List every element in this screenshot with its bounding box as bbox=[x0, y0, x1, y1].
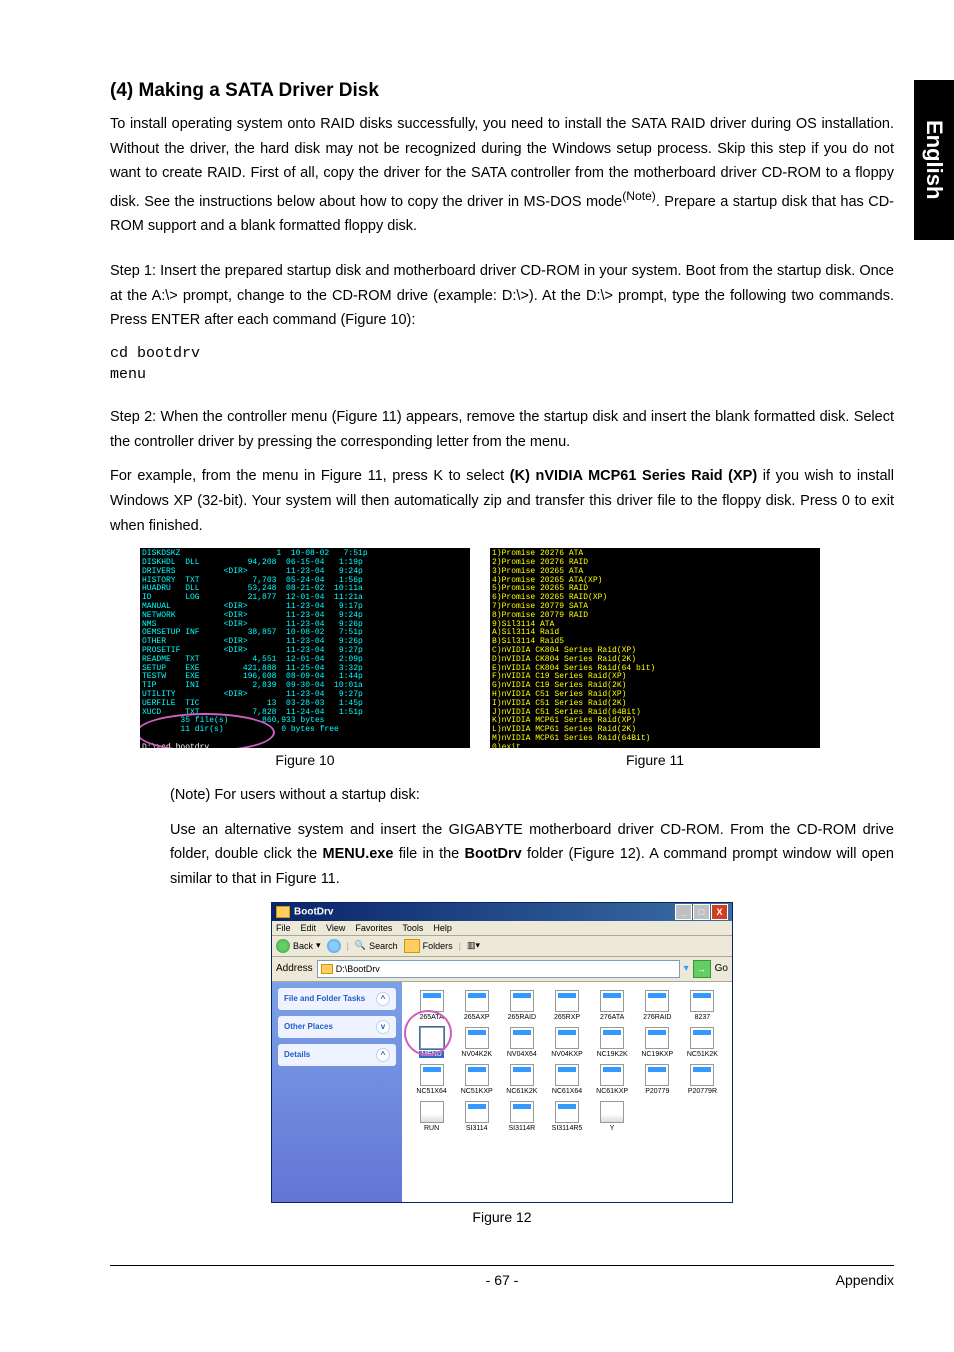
figure-12-label: Figure 12 bbox=[472, 1209, 531, 1225]
file-item[interactable]: NC51X64 bbox=[410, 1064, 453, 1095]
back-button[interactable]: Back ▾ bbox=[276, 939, 321, 953]
language-tab: English bbox=[914, 80, 954, 240]
file-item[interactable]: 265AXP bbox=[455, 990, 498, 1021]
file-item[interactable]: MENU bbox=[410, 1027, 453, 1058]
address-input[interactable]: D:\BootDrv bbox=[317, 960, 680, 978]
file-item[interactable]: RUN bbox=[410, 1101, 453, 1132]
note-body: Use an alternative system and insert the… bbox=[170, 818, 894, 892]
close-button[interactable]: X bbox=[711, 904, 728, 920]
menu-item[interactable]: View bbox=[326, 923, 345, 933]
page-number: - 67 - bbox=[486, 1272, 519, 1288]
file-item[interactable]: 265ATA bbox=[410, 990, 453, 1021]
note-heading: (Note) For users without a startup disk: bbox=[170, 783, 894, 808]
file-folder-tasks[interactable]: File and Folder Tasks^ bbox=[278, 988, 396, 1010]
figure-11-dos-window: 1)Promise 20276 ATA2)Promise 20276 RAID3… bbox=[490, 548, 820, 748]
file-item[interactable]: 276ATA bbox=[591, 990, 634, 1021]
details[interactable]: Details^ bbox=[278, 1044, 396, 1066]
forward-icon bbox=[327, 939, 341, 953]
window-titlebar[interactable]: BootDrv _ □ X bbox=[272, 903, 732, 921]
file-item[interactable]: 276RAID bbox=[636, 990, 679, 1021]
paragraph-step2a: Step 2: When the controller menu (Figure… bbox=[110, 405, 894, 454]
file-item[interactable]: NV04KXP bbox=[545, 1027, 588, 1058]
side-panel: File and Folder Tasks^ Other Placesv Det… bbox=[272, 982, 402, 1202]
file-item[interactable]: 265RXP bbox=[545, 990, 588, 1021]
chevron-icon: ^ bbox=[376, 992, 390, 1006]
folder-icon bbox=[321, 964, 333, 974]
chevron-icon: v bbox=[376, 1020, 390, 1034]
chevron-icon: ^ bbox=[376, 1048, 390, 1062]
back-icon bbox=[276, 939, 290, 953]
other-places[interactable]: Other Placesv bbox=[278, 1016, 396, 1038]
toolbar[interactable]: Back ▾ | 🔍 Search Folders | ▥▾ bbox=[272, 936, 732, 957]
figure-12-explorer-window: BootDrv _ □ X File Edit View Favorites Tools… bbox=[271, 902, 733, 1203]
file-item[interactable]: SI3114R bbox=[500, 1101, 543, 1132]
section-heading: (4) Making a SATA Driver Disk bbox=[110, 80, 894, 102]
file-item[interactable]: 265RAID bbox=[500, 990, 543, 1021]
file-item[interactable]: P20779 bbox=[636, 1064, 679, 1095]
menu-item[interactable]: Favorites bbox=[355, 923, 392, 933]
forward-button[interactable] bbox=[327, 939, 341, 953]
file-item[interactable]: NC19KXP bbox=[636, 1027, 679, 1058]
file-item[interactable]: NV04X64 bbox=[500, 1027, 543, 1058]
note-superscript: (Note) bbox=[622, 189, 656, 203]
file-item[interactable]: SI3114 bbox=[455, 1101, 498, 1132]
menu-item[interactable]: Help bbox=[433, 923, 452, 933]
paragraph-step2b: For example, from the menu in Figure 11,… bbox=[110, 464, 894, 538]
minimize-button[interactable]: _ bbox=[675, 904, 692, 920]
file-list[interactable]: 265ATA265AXP265RAID265RXP276ATA276RAID82… bbox=[402, 982, 732, 1202]
file-item[interactable]: NC61K2K bbox=[500, 1064, 543, 1095]
figure-10-dos-window: DISKDSKZ 1 10-08-02 7:51pDISKHDL DLL 94,… bbox=[140, 548, 470, 748]
views-button[interactable]: ▥▾ bbox=[467, 940, 480, 951]
file-item[interactable]: NV04K2K bbox=[455, 1027, 498, 1058]
page-footer: - 67 - Appendix bbox=[110, 1265, 894, 1288]
folders-button[interactable]: Folders bbox=[404, 939, 453, 953]
menu-item[interactable]: File bbox=[276, 923, 291, 933]
file-item[interactable]: 8237 bbox=[681, 990, 724, 1021]
figure-10-label: Figure 10 bbox=[275, 752, 334, 768]
file-item[interactable]: NC51K2K bbox=[681, 1027, 724, 1058]
maximize-button[interactable]: □ bbox=[693, 904, 710, 920]
file-item[interactable]: Y bbox=[591, 1101, 634, 1132]
folder-icon bbox=[404, 939, 420, 953]
address-label: Address bbox=[276, 963, 313, 974]
folder-icon bbox=[276, 906, 290, 918]
figure-11-label: Figure 11 bbox=[626, 752, 684, 768]
menu-item[interactable]: Tools bbox=[402, 923, 423, 933]
menu-item[interactable]: Edit bbox=[301, 923, 317, 933]
go-label: Go bbox=[715, 963, 728, 974]
file-item[interactable]: NC61X64 bbox=[545, 1064, 588, 1095]
file-item[interactable]: NC51KXP bbox=[455, 1064, 498, 1095]
go-button[interactable]: → bbox=[693, 960, 711, 978]
file-item[interactable]: NC61KXP bbox=[591, 1064, 634, 1095]
paragraph-intro: To install operating system onto RAID di… bbox=[110, 112, 894, 239]
code-block: cd bootdrv menu bbox=[110, 343, 894, 385]
footer-section: Appendix bbox=[836, 1272, 894, 1288]
file-item[interactable]: NC19K2K bbox=[591, 1027, 634, 1058]
file-item[interactable]: P20779R bbox=[681, 1064, 724, 1095]
search-button[interactable]: 🔍 Search bbox=[355, 940, 398, 951]
menubar[interactable]: File Edit View Favorites Tools Help bbox=[272, 921, 732, 936]
paragraph-step1: Step 1: Insert the prepared startup disk… bbox=[110, 259, 894, 333]
file-item[interactable]: SI3114R5 bbox=[545, 1101, 588, 1132]
highlight-ellipse bbox=[140, 713, 275, 748]
